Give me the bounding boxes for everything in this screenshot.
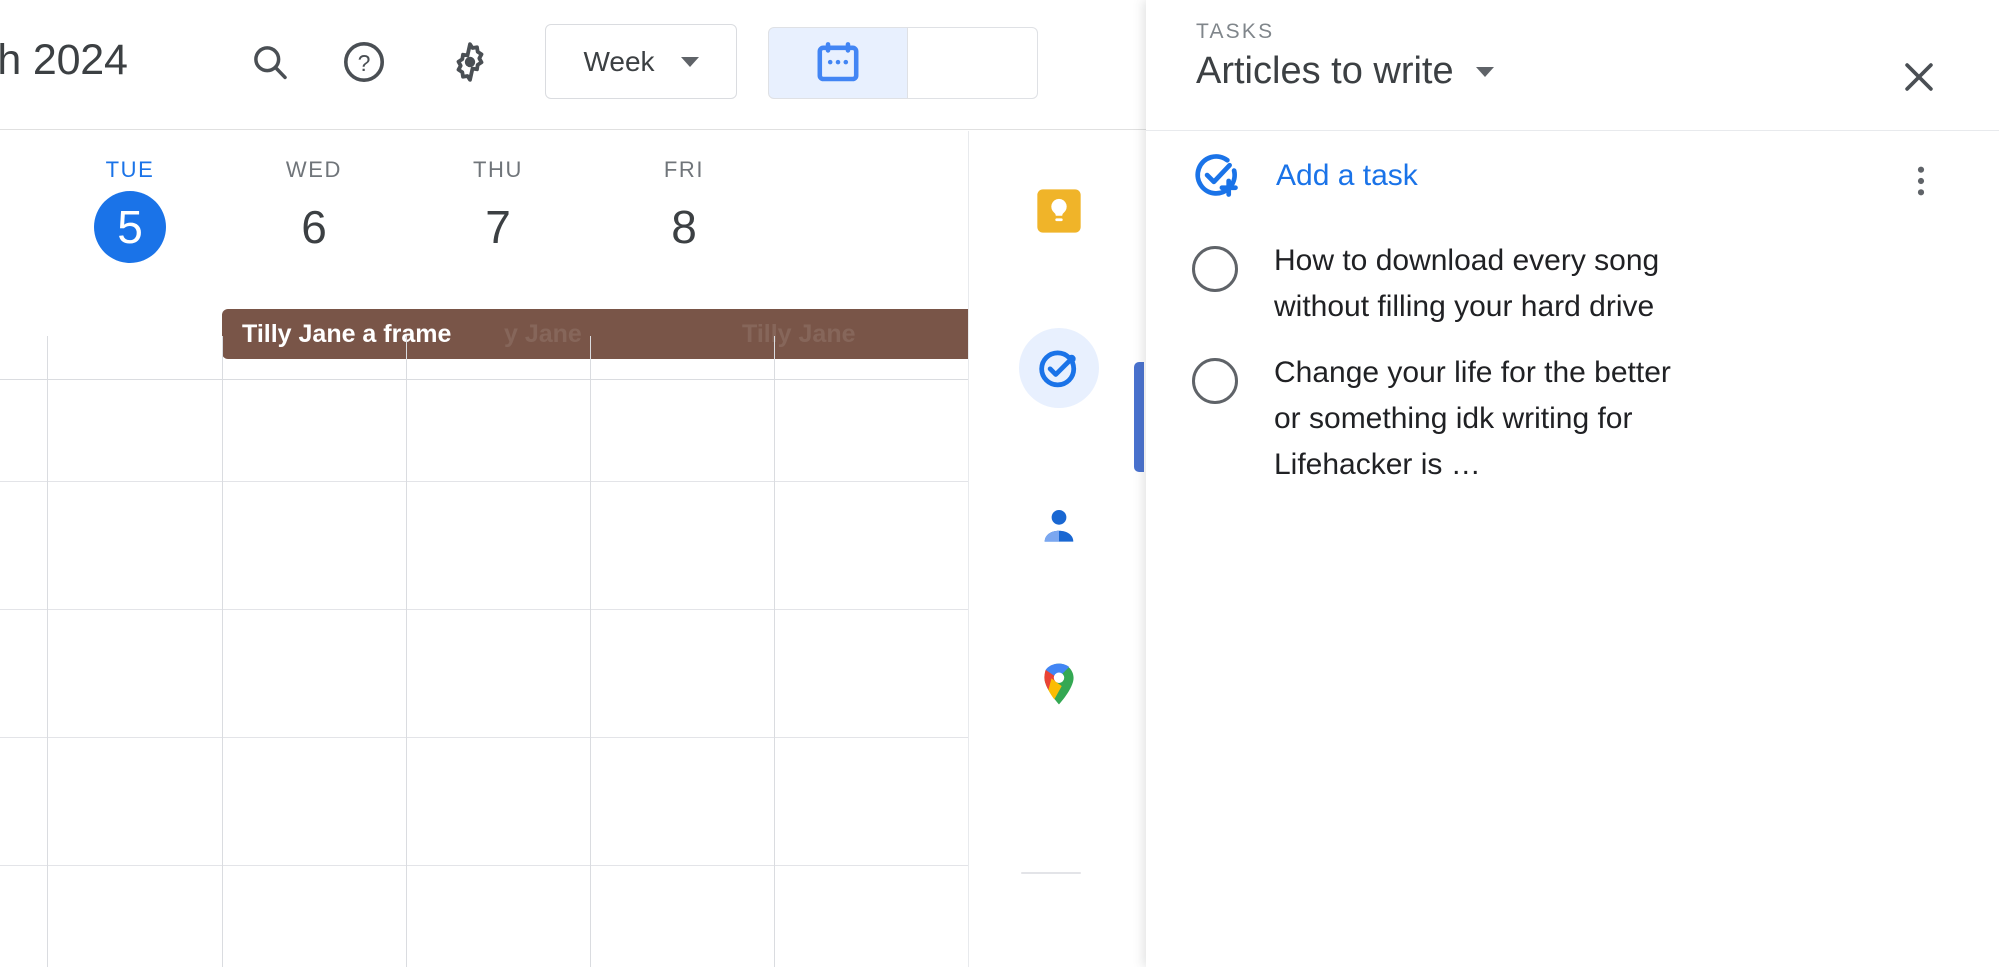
tasks-side-panel: TASKS Articles to write Add a task How t… xyxy=(1146,0,1999,967)
search-icon xyxy=(254,46,287,80)
search-button[interactable] xyxy=(240,32,300,92)
google-contacts-icon xyxy=(1044,509,1074,542)
tasks-panel-eyebrow: TASKS xyxy=(1196,20,1275,43)
list-item[interactable]: How to download every song without filli… xyxy=(1146,228,1999,340)
add-task-check-icon xyxy=(1195,154,1238,197)
grid-hline xyxy=(0,481,968,482)
view-select-value: Week xyxy=(583,45,655,77)
settings-button[interactable] xyxy=(440,32,500,92)
close-icon xyxy=(1905,63,1933,91)
page-title: rch 2024 xyxy=(0,36,128,84)
add-task-row: Add a task xyxy=(1146,131,1999,231)
side-rail-item-keep[interactable] xyxy=(1019,171,1099,251)
grid-hline xyxy=(0,609,968,610)
grid-lines xyxy=(0,131,968,967)
google-tasks-icon xyxy=(1039,350,1077,388)
grid-vline xyxy=(47,336,48,967)
task-checkbox[interactable] xyxy=(1192,358,1238,404)
calendar-week-grid: TUE 5 WED 6 THU 7 FRI 8 Tilly Jane a fra… xyxy=(0,131,968,967)
calendar-scrollbar-track[interactable] xyxy=(938,336,968,967)
kebab-menu-icon xyxy=(1917,166,1925,196)
top-app-bar: rch 2024 ? Week xyxy=(0,0,1146,130)
task-list-options-button[interactable] xyxy=(1891,151,1951,211)
side-rail-divider xyxy=(1021,872,1081,874)
google-calendar-window: rch 2024 ? Week xyxy=(0,0,1999,967)
help-button[interactable]: ? xyxy=(334,32,394,92)
add-task-label: Add a task xyxy=(1276,159,1418,192)
task-list-selector[interactable]: Articles to write xyxy=(1196,50,1494,93)
grid-vline xyxy=(590,336,591,967)
google-maps-icon xyxy=(1044,663,1074,705)
google-keep-icon xyxy=(1037,189,1081,233)
calendar-view-toggle-button[interactable] xyxy=(768,27,908,99)
google-apps-side-rail xyxy=(968,131,1146,967)
view-select-dropdown[interactable]: Week xyxy=(545,24,737,99)
grid-vline xyxy=(222,336,223,967)
add-task-button[interactable]: Add a task xyxy=(1190,149,1418,203)
task-list-name: Articles to write xyxy=(1196,50,1454,92)
list-item[interactable]: Change your life for the better or somet… xyxy=(1146,340,1999,498)
chevron-down-icon xyxy=(1475,66,1494,77)
side-rail-item-maps[interactable] xyxy=(1019,644,1099,724)
tasks-panel-header: TASKS Articles to write xyxy=(1146,0,1999,131)
svg-text:?: ? xyxy=(358,50,371,76)
task-checkbox[interactable] xyxy=(1192,246,1238,292)
gear-icon xyxy=(456,42,484,82)
grid-hline xyxy=(0,737,968,738)
task-list: How to download every song without filli… xyxy=(1146,228,1999,498)
side-rail-active-indicator xyxy=(1134,362,1144,472)
task-title: Change your life for the better or somet… xyxy=(1274,356,1671,481)
grid-vline xyxy=(406,336,407,967)
close-panel-button[interactable] xyxy=(1887,45,1951,109)
grid-hline xyxy=(0,865,968,866)
help-circle-icon: ? xyxy=(343,41,385,83)
side-rail-item-tasks[interactable] xyxy=(1019,328,1099,408)
grid-hline xyxy=(0,379,968,380)
side-rail-item-contacts[interactable] xyxy=(1019,486,1099,566)
calendar-dots-icon xyxy=(817,42,859,82)
chevron-down-icon xyxy=(680,56,699,67)
calendar-view-toggle-secondary[interactable] xyxy=(908,27,1038,99)
grid-vline xyxy=(774,336,775,967)
task-title: How to download every song without filli… xyxy=(1274,244,1660,323)
